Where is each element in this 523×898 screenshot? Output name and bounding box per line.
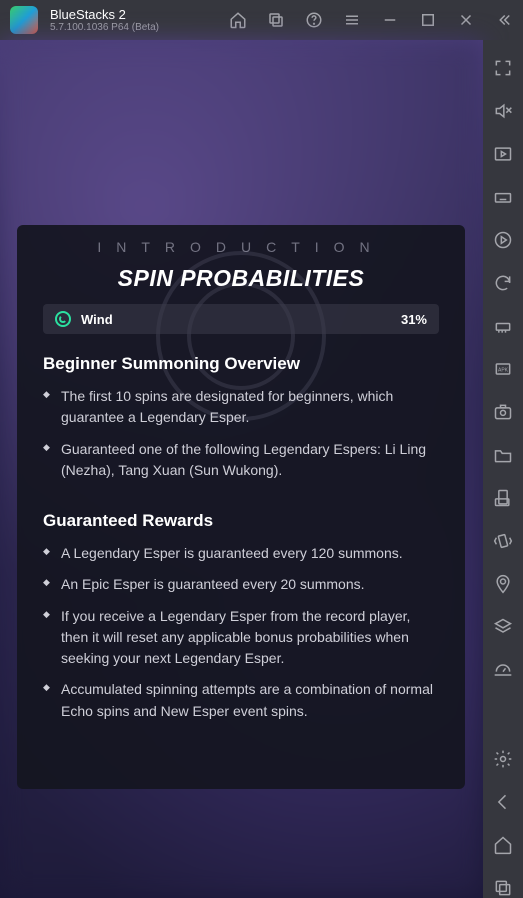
maximize-icon[interactable] [419, 11, 437, 29]
rotate-icon[interactable] [493, 488, 513, 508]
recents-nav-icon[interactable] [493, 878, 513, 898]
list-item: A Legendary Esper is guaranteed every 12… [43, 543, 439, 564]
volume-icon[interactable] [493, 101, 513, 121]
home-nav-icon[interactable] [493, 835, 513, 855]
list-item: An Epic Esper is guaranteed every 20 sum… [43, 574, 439, 595]
collapse-sidebar-icon[interactable] [495, 11, 513, 29]
layers-icon[interactable] [493, 617, 513, 637]
section1-list: The first 10 spins are designated for be… [43, 386, 439, 481]
element-probability-row: Wind 31% [43, 304, 439, 334]
modal-title: SPIN PROBABILITIES [43, 265, 439, 292]
keyboard-icon[interactable] [493, 187, 513, 207]
wind-element-icon [55, 311, 71, 327]
app-viewport: INTRODUCTION SPIN PROBABILITIES Wind 31%… [0, 40, 483, 898]
app-name: BlueStacks 2 [50, 7, 159, 22]
element-label: Wind [81, 312, 113, 327]
settings-icon[interactable] [493, 749, 513, 769]
apk-icon[interactable]: APK [493, 359, 513, 379]
camera-icon[interactable] [493, 402, 513, 422]
recents-icon[interactable] [267, 11, 285, 29]
fullscreen-icon[interactable] [493, 58, 513, 78]
shake-icon[interactable] [493, 531, 513, 551]
home-icon[interactable] [229, 11, 247, 29]
menu-icon[interactable] [343, 11, 361, 29]
close-icon[interactable] [457, 11, 475, 29]
screenshot-icon[interactable] [493, 144, 513, 164]
section-heading-2: Guaranteed Rewards [43, 511, 439, 531]
bluestacks-logo [10, 6, 38, 34]
section-heading-1: Beginner Summoning Overview [43, 354, 439, 374]
minimize-icon[interactable] [381, 11, 399, 29]
sync-icon[interactable] [493, 273, 513, 293]
svg-text:APK: APK [498, 368, 509, 374]
app-version: 5.7.100.1036 P64 (Beta) [50, 22, 159, 33]
dashboard-icon[interactable] [493, 660, 513, 680]
spin-probabilities-modal: INTRODUCTION SPIN PROBABILITIES Wind 31%… [17, 225, 465, 789]
section2-list: A Legendary Esper is guaranteed every 12… [43, 543, 439, 722]
speed-icon[interactable] [493, 230, 513, 250]
modal-eyebrow: INTRODUCTION [43, 239, 439, 255]
back-icon[interactable] [493, 792, 513, 812]
list-item: Accumulated spinning attempts are a comb… [43, 679, 439, 722]
list-item: If you receive a Legendary Esper from th… [43, 606, 439, 670]
right-sidebar: APK [483, 40, 523, 898]
help-icon[interactable] [305, 11, 323, 29]
memory-icon[interactable] [493, 316, 513, 336]
list-item: Guaranteed one of the following Legendar… [43, 439, 439, 482]
location-icon[interactable] [493, 574, 513, 594]
folder-icon[interactable] [493, 445, 513, 465]
element-percent: 31% [401, 312, 427, 327]
list-item: The first 10 spins are designated for be… [43, 386, 439, 429]
titlebar: BlueStacks 2 5.7.100.1036 P64 (Beta) [0, 0, 523, 40]
